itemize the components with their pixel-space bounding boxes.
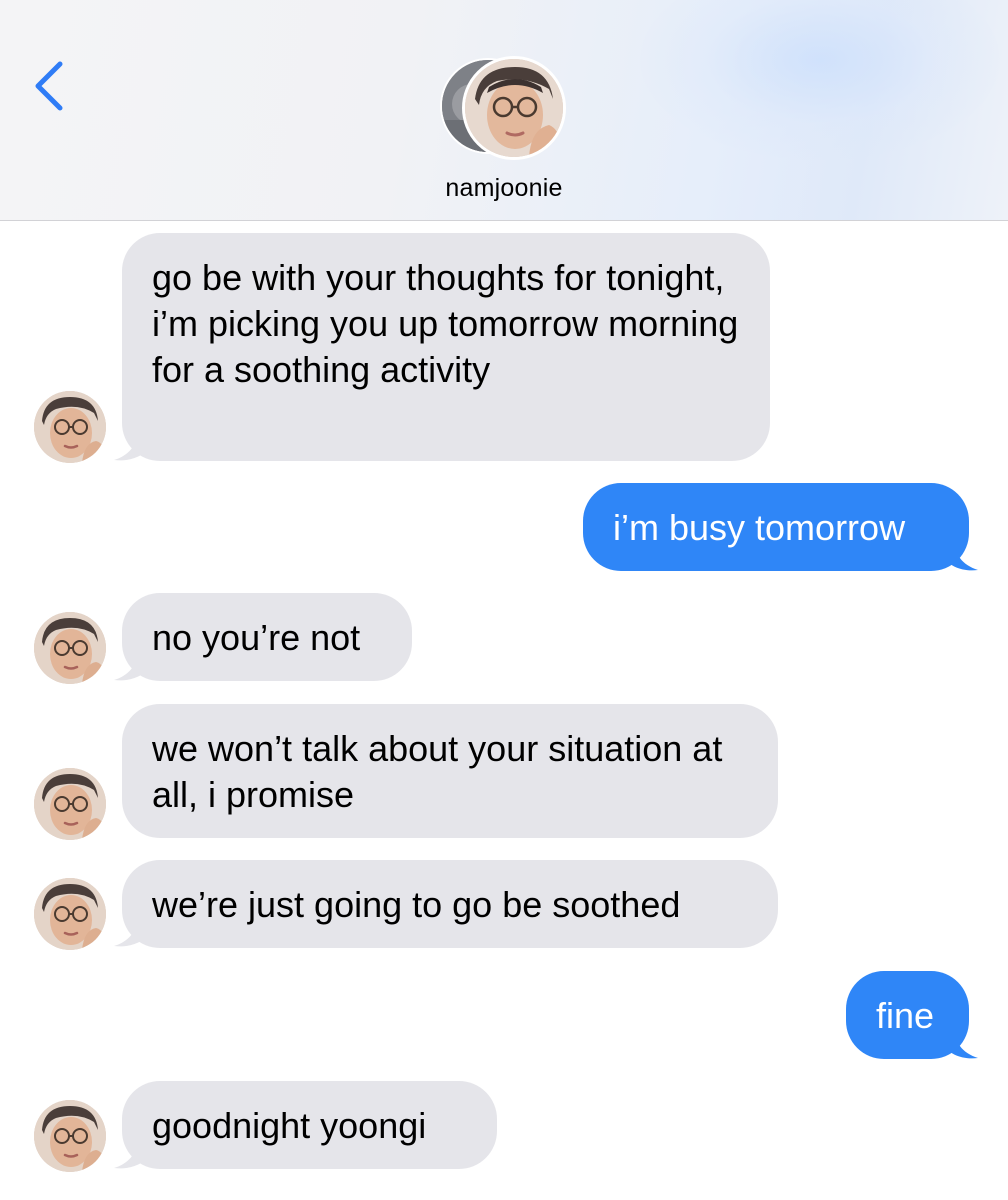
sender-avatar[interactable] xyxy=(34,391,106,463)
sender-avatar[interactable] xyxy=(34,612,106,684)
contact-name[interactable]: namjoonie xyxy=(0,174,1008,203)
message-bubble-received[interactable]: we won’t talk about your situation at al… xyxy=(122,704,778,838)
message-bubble-received[interactable]: goodnight yoongi xyxy=(122,1081,497,1169)
message-bubble-sent[interactable]: i’m busy tomorrow xyxy=(583,483,969,571)
message-bubble-sent[interactable]: fine xyxy=(846,971,969,1059)
sender-avatar[interactable] xyxy=(34,1100,106,1172)
sender-avatar[interactable] xyxy=(34,768,106,840)
chevron-left-icon xyxy=(35,61,63,111)
message-bubble-received[interactable]: go be with your thoughts for tonight, i’… xyxy=(122,233,770,461)
contact-avatar-group[interactable] xyxy=(440,56,570,160)
header-background-glow xyxy=(640,0,1000,160)
messages-screen: namjoonie go be with your thoughts for t… xyxy=(0,0,1008,1200)
back-button[interactable] xyxy=(26,56,76,116)
conversation-header: namjoonie xyxy=(0,0,1008,221)
message-bubble-received[interactable]: no you’re not xyxy=(122,593,412,681)
contact-avatar xyxy=(462,56,566,160)
message-bubble-received[interactable]: we’re just going to go be soothed xyxy=(122,860,778,948)
sender-avatar[interactable] xyxy=(34,878,106,950)
